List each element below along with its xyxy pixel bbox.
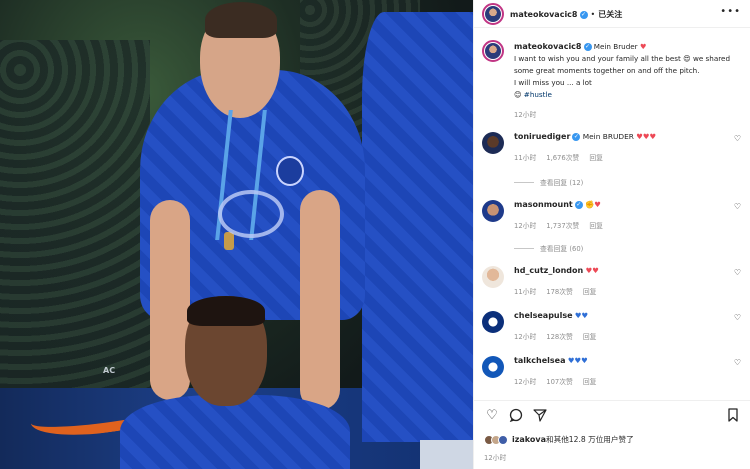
commenter-avatar[interactable] <box>482 132 504 154</box>
comment-like-heart-icon[interactable]: ♡ <box>734 313 741 322</box>
follow-status-button[interactable]: 已关注 <box>598 10 622 19</box>
commenter-avatar[interactable] <box>482 266 504 288</box>
reply-button[interactable]: 回复 <box>583 288 597 296</box>
share-paper-plane-icon[interactable] <box>532 408 548 424</box>
comment-emoji: ✊♥ <box>585 200 601 209</box>
comment-time: 12小时 <box>514 222 537 230</box>
reply-button[interactable]: 回复 <box>583 333 597 341</box>
view-replies-label: 查看回复 (60) <box>540 245 584 253</box>
view-replies-label: 查看回复 (12) <box>540 179 584 187</box>
comment-like-heart-icon[interactable]: ♡ <box>734 358 741 367</box>
comment-likes[interactable]: 107次赞 <box>546 378 573 386</box>
comment-emoji: ♥♥♥ <box>567 356 588 365</box>
instagram-post-viewer: AC mateokovacic8 ✓ • 已关注 ••• mateokovacic8 ✓… <box>0 0 750 469</box>
commenter-avatar[interactable] <box>482 200 504 222</box>
comment-likes[interactable]: 128次赞 <box>546 333 573 341</box>
likes-count-text: 和其他12.8 万位用户赞了 <box>546 435 634 444</box>
liker-avatar <box>498 434 508 445</box>
reply-button[interactable]: 回复 <box>589 154 603 162</box>
post-caption: mateokovacic8 ✓ Mein Bruder ♥ I want to w… <box>514 41 744 121</box>
first-liker[interactable]: izakova <box>512 435 546 444</box>
caption-author-avatar[interactable] <box>482 40 504 62</box>
caption-line-2: I want to wish you and your family all t… <box>514 54 681 63</box>
comment-likes[interactable]: 178次赞 <box>546 288 573 296</box>
player-lower-jersey <box>120 395 350 469</box>
club-crest <box>276 156 304 186</box>
comment-like-heart-icon[interactable]: ♡ <box>734 134 741 143</box>
player-main-left-arm <box>150 200 190 400</box>
player-main-right-arm <box>300 190 340 410</box>
verified-badge-icon: ✓ <box>572 133 581 141</box>
verified-badge-icon: ✓ <box>579 10 588 19</box>
like-heart-icon[interactable]: ♡ <box>484 408 500 424</box>
comment-likes[interactable]: 1,737次赞 <box>546 222 579 230</box>
post-time: 12小时 <box>484 454 507 462</box>
post-header: mateokovacic8 ✓ • 已关注 ••• <box>474 0 750 28</box>
comment-username[interactable]: toniruediger <box>514 132 570 141</box>
separator-dot: • <box>590 10 596 19</box>
comment-emoji: ♥♥ <box>585 266 599 275</box>
hashtag-link[interactable]: #hustle <box>524 90 552 99</box>
comment-username[interactable]: hd_cutz_london <box>514 266 583 275</box>
comment-like-heart-icon[interactable]: ♡ <box>734 202 741 211</box>
heart-emoji-icon: ♥ <box>639 42 647 51</box>
comment-likes[interactable]: 1,676次赞 <box>546 154 579 162</box>
verified-badge-icon: ✓ <box>583 43 592 51</box>
comment-username[interactable]: chelseapulse <box>514 311 573 320</box>
author-username[interactable]: mateokovacic8 <box>510 10 578 19</box>
view-replies-button[interactable]: 查看回复 (12) <box>514 177 583 187</box>
photo-watermark: AC <box>103 366 116 375</box>
comment-time: 12小时 <box>514 333 537 341</box>
save-bookmark-icon[interactable] <box>725 408 741 424</box>
stadium-crowd <box>0 40 150 400</box>
comment-time: 12小时 <box>514 378 537 386</box>
caption-time: 12小时 <box>514 111 537 119</box>
post-sidebar: mateokovacic8 ✓ • 已关注 ••• mateokovacic8 ✓ Me… <box>473 0 750 469</box>
comment-text: Mein BRUDER <box>582 132 634 141</box>
post-photo[interactable]: AC <box>0 0 473 469</box>
comment-like-heart-icon[interactable]: ♡ <box>734 268 741 277</box>
comment-username[interactable]: talkchelsea <box>514 356 565 365</box>
verified-badge-icon: ✓ <box>574 201 583 209</box>
player-right-jersey <box>362 12 473 442</box>
comment-time: 11小时 <box>514 288 537 296</box>
caption-line-1: Mein Bruder <box>593 42 638 51</box>
player-lower-hair <box>187 296 265 326</box>
author-avatar[interactable] <box>482 3 504 25</box>
reply-button[interactable]: 回复 <box>589 222 603 230</box>
view-replies-button[interactable]: 查看回复 (60) <box>514 243 583 253</box>
comment-bubble-icon[interactable] <box>508 408 524 424</box>
comment-emoji: ♥♥ <box>574 311 589 320</box>
more-options-icon[interactable]: ••• <box>720 6 741 17</box>
commenter-avatar[interactable] <box>482 311 504 333</box>
sponsor-logo <box>218 190 284 238</box>
player-main-hair <box>205 2 277 38</box>
commenter-avatar[interactable] <box>482 356 504 378</box>
likes-summary[interactable]: izakova 和其他12.8 万位用户赞了 <box>484 434 634 445</box>
reply-button[interactable]: 回复 <box>583 378 597 386</box>
comment-username[interactable]: masonmount <box>514 200 573 209</box>
medal <box>224 232 234 250</box>
smile-emoji-icon: 😊 <box>514 90 522 99</box>
player-right-sock <box>420 440 473 469</box>
caption-username[interactable]: mateokovacic8 <box>514 42 582 51</box>
comment-time: 11小时 <box>514 154 537 162</box>
heart-eyes-emoji-icon: 😍 <box>683 54 691 63</box>
comment-emoji: ♥♥♥ <box>636 132 657 141</box>
action-bar: ♡ <box>474 400 750 430</box>
caption-line-4: I will miss you ... a lot <box>514 78 592 87</box>
